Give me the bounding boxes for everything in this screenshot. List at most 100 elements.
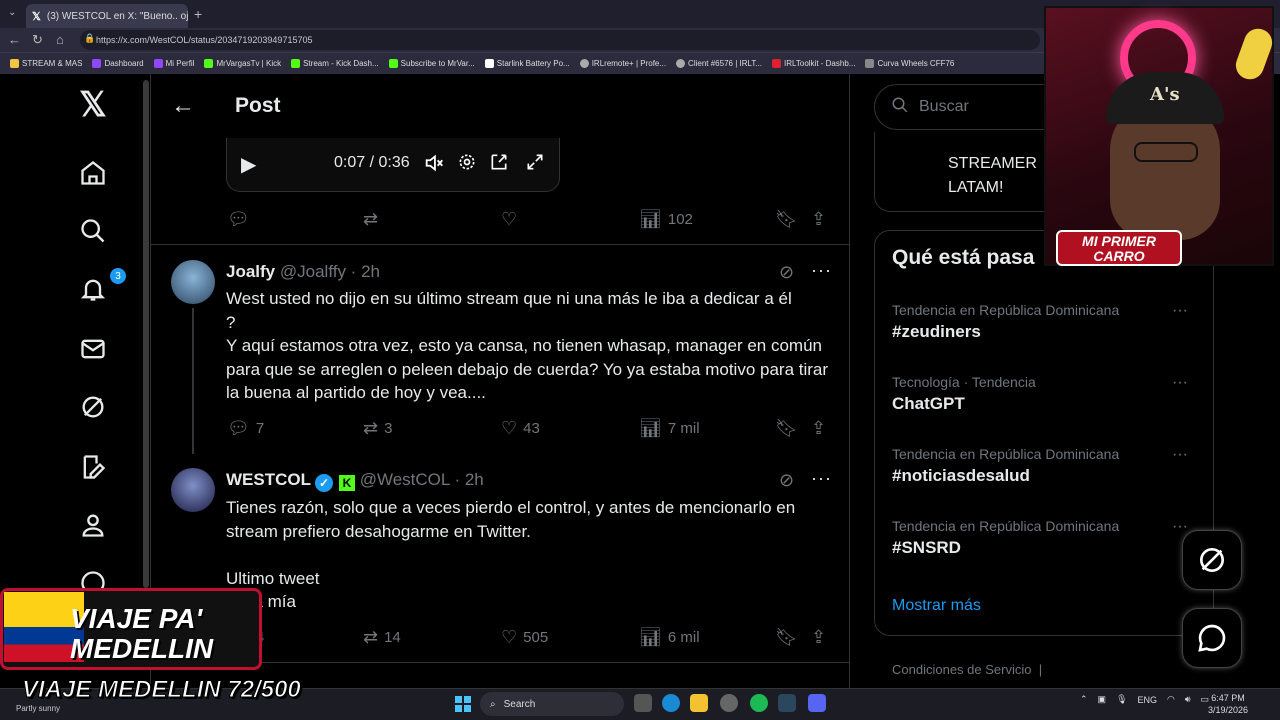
wifi-icon[interactable]: ◠ xyxy=(1167,694,1175,705)
mi-primer-carro-banner: MI PRIMER CARRO xyxy=(1056,230,1182,266)
notifications-badge: 3 xyxy=(110,268,126,284)
search-placeholder: Buscar xyxy=(919,98,969,115)
tweet-author[interactable]: WESTCOL ✓ K @WestCOL · 2h xyxy=(226,470,484,492)
like-button[interactable]: ♡ 43 xyxy=(501,418,540,439)
file-explorer-icon[interactable] xyxy=(690,694,708,712)
tray-chevron-icon[interactable]: ⌃ xyxy=(1080,694,1088,705)
new-tab-icon[interactable]: + xyxy=(194,6,202,22)
notifications-icon[interactable]: 3 xyxy=(78,268,126,304)
messages-icon[interactable] xyxy=(78,334,108,364)
reply-button[interactable]: 💬︎ 7 xyxy=(227,418,264,439)
scrollbar[interactable] xyxy=(143,80,149,588)
steam-icon[interactable] xyxy=(778,694,796,712)
tweet-text: Tienes razón, solo que a veces pierdo el… xyxy=(226,498,796,611)
tray-app-icon[interactable]: ▣ xyxy=(1098,694,1107,705)
tray-mic-icon[interactable]: 🎙︎ xyxy=(1116,694,1127,705)
trend-meta: Tendencia en República Dominicana xyxy=(892,518,1120,534)
language-indicator[interactable]: ENG xyxy=(1138,695,1158,705)
repost-button[interactable]: ⇄ 14 xyxy=(363,627,401,648)
grok-icon[interactable]: ⊘ xyxy=(779,470,794,491)
spotify-icon[interactable] xyxy=(750,694,768,712)
search-icon[interactable] xyxy=(78,216,108,246)
x-logo-icon[interactable]: 𝕏 xyxy=(78,86,108,124)
profile-icon[interactable] xyxy=(78,510,108,540)
task-view-icon[interactable] xyxy=(634,694,652,712)
home-icon[interactable] xyxy=(78,158,108,188)
bookmark-icon[interactable]: 🔖︎ xyxy=(775,209,798,230)
views-button[interactable]: 📊︎ 7 mil xyxy=(639,418,700,439)
views-button[interactable]: 📊︎ 6 mil xyxy=(639,627,700,648)
edge-icon[interactable] xyxy=(662,694,680,712)
mute-icon[interactable] xyxy=(423,152,445,179)
reply-icon[interactable]: 💬︎ xyxy=(227,209,250,230)
trend-item[interactable]: Tendencia en República Dominicana #SNSRD xyxy=(892,518,1192,558)
bookmark-item[interactable]: Curva Wheels CFF76 xyxy=(865,59,954,68)
tweet-author[interactable]: Joalfy @Joalffy · 2h xyxy=(226,262,380,282)
home-nav-icon[interactable]: ⌂ xyxy=(56,32,64,47)
repost-button[interactable]: ⇄ 3 xyxy=(363,418,392,439)
address-bar[interactable]: 🔒 https://x.com/WestCOL/status/203471920… xyxy=(80,30,1040,50)
video-player[interactable]: ▶ 0:07 / 0:36 xyxy=(226,138,560,192)
author-name: Joalfy xyxy=(226,262,276,281)
views-button[interactable]: 📊︎ 102 xyxy=(639,209,693,230)
share-icon[interactable]: ⇪ xyxy=(811,209,826,230)
trend-more-icon[interactable]: ··· xyxy=(1172,302,1188,320)
bookmark-item[interactable]: IRLremote+ | Profe... xyxy=(579,59,666,68)
like-button[interactable]: ♡ 505 xyxy=(501,627,548,648)
bookmark-item[interactable]: Subscribe to MrVar... xyxy=(388,59,475,68)
trend-item[interactable]: Tendencia en República Dominicana #zeudi… xyxy=(892,302,1192,342)
trend-name: #noticiasdesalud xyxy=(892,466,1030,485)
more-options-icon[interactable]: ··· xyxy=(811,260,832,281)
reload-icon[interactable]: ↻ xyxy=(32,32,43,48)
avatar[interactable] xyxy=(171,260,215,304)
settings-gear-icon[interactable] xyxy=(457,152,477,177)
bookmark-icon[interactable]: 🔖︎ xyxy=(775,627,798,648)
reply-tweet[interactable]: Joalfy @Joalffy · 2h ⊘ ··· West usted no… xyxy=(151,244,849,454)
pip-icon[interactable] xyxy=(489,152,509,177)
bookmark-item[interactable]: Client #6576 | IRLT... xyxy=(676,59,762,68)
chrome-icon[interactable] xyxy=(720,694,738,712)
trend-more-icon[interactable]: ··· xyxy=(1172,446,1188,464)
trend-more-icon[interactable]: ··· xyxy=(1172,374,1188,392)
bookmark-item[interactable]: Starlink Battery Po... xyxy=(484,59,570,68)
grok-fab-icon[interactable] xyxy=(1182,530,1242,590)
bookmark-item[interactable]: IRLToolkit - Dashb... xyxy=(772,59,855,68)
terms-link[interactable]: Condiciones de Servicio | xyxy=(892,662,1042,677)
show-more-link[interactable]: Mostrar más xyxy=(892,597,981,615)
start-button[interactable] xyxy=(455,696,471,712)
more-options-icon[interactable]: ··· xyxy=(811,468,832,489)
compose-list-icon[interactable] xyxy=(78,452,108,482)
volume-icon[interactable]: 🔊︎ xyxy=(1185,694,1191,705)
bookmark-icon[interactable]: 🔖︎ xyxy=(775,418,798,439)
bookmark-item[interactable]: Stream - Kick Dash... xyxy=(291,59,379,68)
browser-tab[interactable]: 𝕏 (3) WESTCOL en X: "Bueno.. ojalá s ✕ xyxy=(26,4,188,28)
bookmark-item[interactable]: MrVargasTv | Kick xyxy=(204,59,281,68)
play-icon[interactable]: ▶ xyxy=(241,152,256,177)
trend-more-icon[interactable]: ··· xyxy=(1172,518,1188,536)
back-arrow-icon[interactable]: ← xyxy=(171,92,195,120)
repost-icon[interactable]: ⇄ xyxy=(363,209,378,230)
trend-item[interactable]: Tecnología · Tendencia ChatGPT xyxy=(892,374,1192,414)
share-icon[interactable]: ⇪ xyxy=(811,418,826,439)
share-icon[interactable]: ⇪ xyxy=(811,627,826,648)
like-icon[interactable]: ♡ xyxy=(501,209,517,230)
streamer-text: STREAMER LATAM! xyxy=(948,155,1037,196)
trend-item[interactable]: Tendencia en República Dominicana #notic… xyxy=(892,446,1192,486)
grok-icon[interactable]: ⊘ xyxy=(779,262,794,283)
grok-icon[interactable] xyxy=(78,392,108,422)
fullscreen-icon[interactable] xyxy=(525,152,545,177)
bookmark-item[interactable]: Dashboard xyxy=(92,59,144,68)
discord-icon[interactable] xyxy=(808,694,826,712)
search-icon xyxy=(891,96,909,119)
taskbar-search[interactable]: ⌕ Search xyxy=(480,692,624,716)
messages-fab-icon[interactable] xyxy=(1182,608,1242,668)
avatar[interactable] xyxy=(171,468,215,512)
tab-menu-icon[interactable]: ⌄ xyxy=(8,7,16,18)
weather-widget[interactable]: Partly sunny xyxy=(16,704,60,713)
back-nav-icon[interactable]: ← xyxy=(8,32,21,47)
clock-time: 6:47 PM xyxy=(1211,693,1245,703)
bookmark-item[interactable]: STREAM & MAS xyxy=(10,59,82,68)
clock[interactable]: 6:47 PM 3/19/2026 xyxy=(1208,692,1248,716)
page-title: Post xyxy=(235,94,281,117)
bookmark-item[interactable]: Mi Perfil xyxy=(153,59,194,68)
